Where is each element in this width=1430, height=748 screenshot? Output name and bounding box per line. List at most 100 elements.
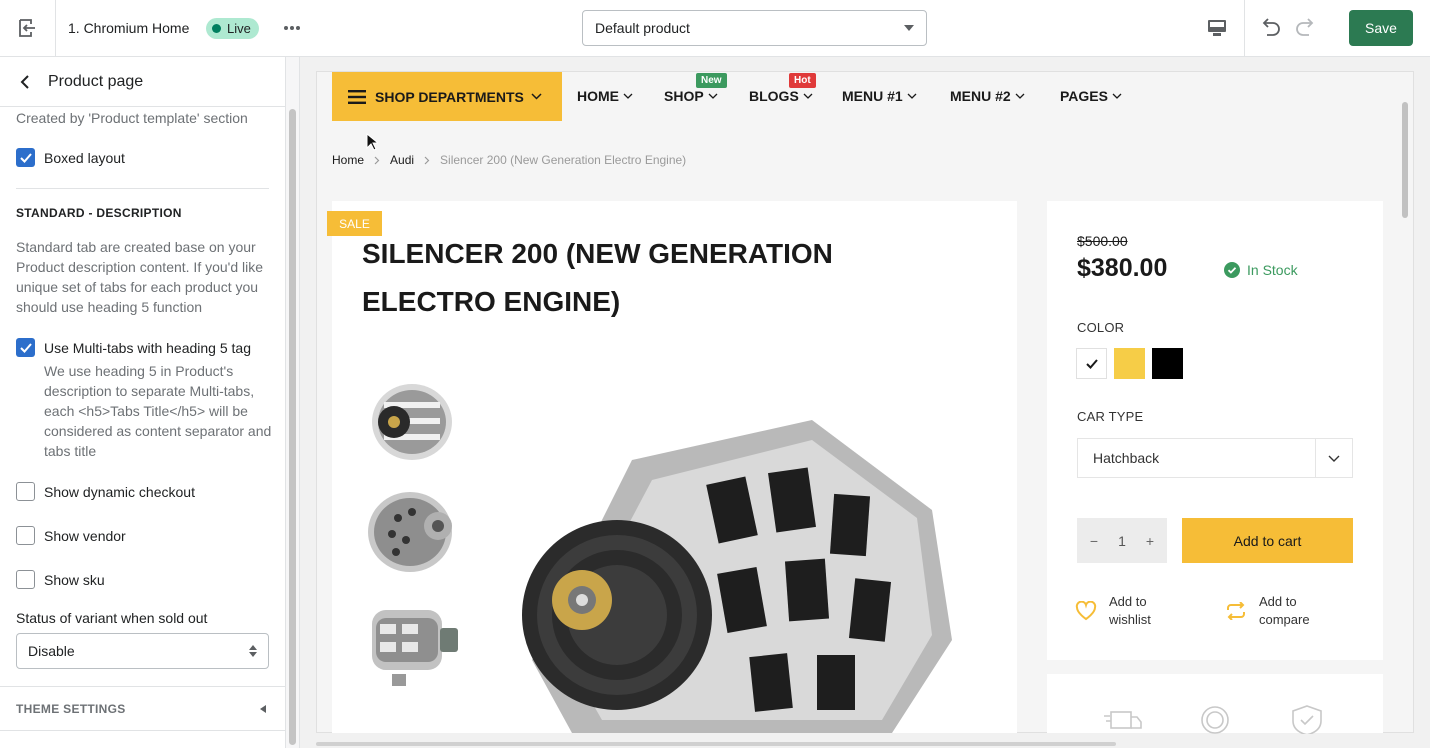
multi-tabs-description: We use heading 5 in Product's descriptio… [44,363,272,459]
redo-icon [1295,18,1317,38]
delivery-truck-icon [1103,704,1143,734]
sidebar-title: Product page [48,73,144,90]
live-dot-icon [212,24,221,33]
minus-icon[interactable]: − [1087,533,1101,549]
more-actions-button[interactable] [280,17,304,39]
breadcrumb-current: Silencer 200 (New Generation Electro Eng… [440,153,687,167]
live-badge: Live [206,18,259,39]
product-price: $380.00 [1077,254,1168,282]
save-button[interactable]: Save [1349,10,1413,46]
check-circle-icon [1224,262,1240,278]
caret-left-icon[interactable] [256,702,270,716]
heart-icon [1075,601,1097,621]
quantity-value[interactable]: 1 [1118,533,1126,549]
quantity-stepper[interactable]: − 1 + [1077,518,1167,563]
multi-tabs-label: Use Multi-tabs with heading 5 tag [44,340,251,356]
dynamic-checkout-label: Show dynamic checkout [44,484,195,500]
sidebar-scrollbar[interactable] [286,57,300,748]
nav-menu-2-label: MENU #2 [950,88,1011,104]
chevron-down-icon [1112,93,1122,99]
section-source-note: Created by 'Product template' section [16,110,248,126]
product-thumbnail[interactable] [362,372,462,472]
undo-button[interactable] [1256,14,1284,42]
add-to-wishlist-link[interactable]: Add to wishlist [1075,593,1179,629]
horizontal-dots-icon [283,25,301,31]
checkbox-unchecked-icon[interactable] [16,526,35,545]
chevron-left-icon [20,75,30,89]
breadcrumb-home[interactable]: Home [332,153,364,167]
nav-blogs-label: BLOGS [749,88,799,104]
mouse-cursor-icon [366,133,378,151]
shop-departments-label: SHOP DEPARTMENTS [375,88,524,105]
caret-down-icon [904,25,914,31]
nav-menu-1[interactable]: MENU #1 [842,88,917,104]
compare-arrows-icon [1225,602,1247,620]
nav-home-label: HOME [577,88,619,104]
show-sku-checkbox[interactable]: Show sku [16,570,105,590]
theme-name: 1. Chromium Home [68,20,190,36]
nav-menu-1-label: MENU #1 [842,88,903,104]
color-swatch-white[interactable] [1076,348,1107,379]
theme-settings-bar[interactable]: THEME SETTINGS [0,686,285,731]
preview-scrollbar[interactable] [1398,72,1413,732]
sidebar-scroll-thumb[interactable] [289,109,296,745]
show-vendor-label: Show vendor [44,528,126,544]
redo-button[interactable] [1292,14,1320,42]
undo-icon [1259,18,1281,38]
nav-badge-hot: Hot [789,73,816,88]
theme-settings-label: THEME SETTINGS [16,702,126,716]
chevron-down-icon [623,93,633,99]
desktop-icon [1207,19,1227,37]
exit-icon [17,17,39,39]
product-main-image[interactable] [512,400,972,733]
settings-sidebar: Product page Created by 'Product templat… [0,57,286,748]
car-type-label: CAR TYPE [1077,409,1144,424]
preview-horizontal-scrollbar[interactable] [316,742,1116,746]
chevron-right-icon [374,156,380,165]
sold-out-select[interactable]: Disable [16,633,269,669]
template-select[interactable]: Default product [582,10,927,46]
check-icon [1085,358,1098,369]
chevron-down-icon [1315,439,1352,477]
color-swatch-black[interactable] [1152,348,1183,379]
nav-home[interactable]: HOME [577,88,633,104]
sidebar-header: Product page [0,57,285,107]
section-title: STANDARD - DESCRIPTION [16,206,182,220]
exit-button[interactable] [0,0,56,56]
breadcrumb-audi[interactable]: Audi [390,153,414,167]
badge-icon [1195,704,1235,734]
plus-icon[interactable]: + [1143,533,1157,549]
nav-shop[interactable]: SHOP [664,88,718,104]
back-button[interactable] [14,71,36,93]
add-to-cart-button[interactable]: Add to cart [1182,518,1353,563]
shield-icon [1287,704,1327,734]
product-thumbnail[interactable] [362,590,462,690]
compare-at-price: $500.00 [1077,233,1128,249]
live-label: Live [227,21,251,36]
boxed-layout-checkbox[interactable]: Boxed layout [16,148,125,168]
hamburger-icon [348,89,366,104]
chevron-down-icon [1015,93,1025,99]
color-swatch-yellow[interactable] [1114,348,1145,379]
nav-blogs[interactable]: BLOGS [749,88,813,104]
sold-out-value: Disable [28,643,75,659]
shop-departments-button[interactable]: SHOP DEPARTMENTS [332,72,562,121]
preview-scroll-thumb[interactable] [1402,102,1408,218]
checkbox-checked-icon[interactable] [16,338,35,357]
nav-menu-2[interactable]: MENU #2 [950,88,1025,104]
product-thumbnail[interactable] [362,482,462,582]
checkbox-unchecked-icon[interactable] [16,482,35,501]
nav-badge-new: New [696,73,727,88]
show-vendor-checkbox[interactable]: Show vendor [16,526,126,546]
desktop-view-button[interactable] [1202,14,1232,42]
nav-pages[interactable]: PAGES [1060,88,1122,104]
checkbox-checked-icon[interactable] [16,148,35,167]
car-type-select[interactable]: Hatchback [1077,438,1353,478]
chevron-down-icon [531,93,542,100]
dynamic-checkout-checkbox[interactable]: Show dynamic checkout [16,482,195,502]
topbar-divider [1244,0,1245,56]
checkbox-unchecked-icon[interactable] [16,570,35,589]
sidebar-divider [16,188,269,189]
multi-tabs-checkbox[interactable]: Use Multi-tabs with heading 5 tag [16,338,251,358]
add-to-compare-link[interactable]: Add to compare [1225,593,1329,629]
